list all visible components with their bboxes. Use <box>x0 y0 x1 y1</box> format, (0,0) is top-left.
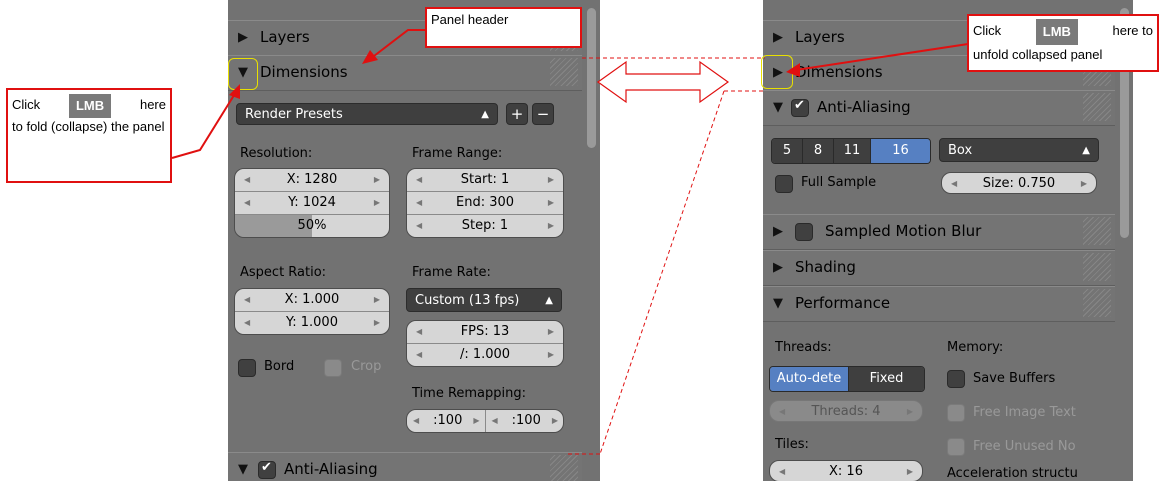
unfold-panel-callout: Click LMB here to unfold collapsed panel <box>967 14 1159 72</box>
fold-panel-callout: Click LMB here to fold (collapse) the pa… <box>6 88 172 183</box>
lmb-key-icon: LMB <box>1035 19 1078 45</box>
double-arrow-icon <box>596 60 730 104</box>
arrowhead-icon <box>786 63 800 77</box>
lmb-key-icon: LMB <box>68 94 112 118</box>
arrowhead-icon <box>362 50 378 64</box>
leader-line <box>373 29 430 57</box>
annotation-overlay <box>171 29 969 455</box>
arrowhead-icon <box>229 84 240 99</box>
dashed-connector <box>599 90 725 455</box>
leader-line <box>795 43 969 71</box>
panel-header-callout: Panel header <box>425 7 582 48</box>
leader-line <box>171 91 237 159</box>
